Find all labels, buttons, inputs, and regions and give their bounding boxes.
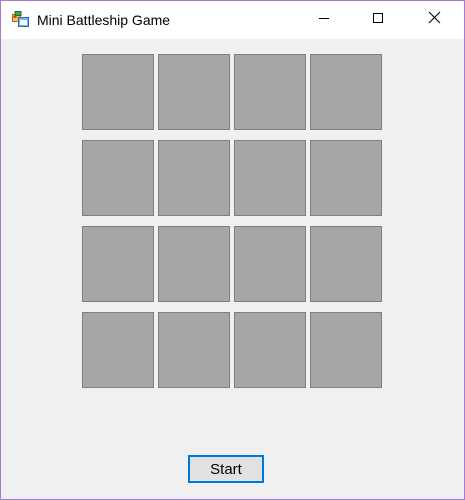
grid-cell-1-1[interactable] — [158, 140, 230, 216]
grid-cell-2-2[interactable] — [234, 226, 306, 302]
grid-cell-1-0[interactable] — [82, 140, 154, 216]
grid-cell-0-3[interactable] — [310, 54, 382, 130]
grid-cell-2-0[interactable] — [82, 226, 154, 302]
window-title: Mini Battleship Game — [37, 12, 171, 28]
battleship-grid — [81, 54, 383, 388]
close-icon — [428, 11, 441, 29]
grid-cell-3-0[interactable] — [82, 312, 154, 388]
minimize-icon — [318, 11, 330, 29]
maximize-icon — [372, 11, 384, 29]
grid-cell-2-3[interactable] — [310, 226, 382, 302]
app-icon — [12, 11, 29, 28]
grid-cell-2-1[interactable] — [158, 226, 230, 302]
grid-cell-0-1[interactable] — [158, 54, 230, 130]
close-button[interactable] — [411, 1, 457, 39]
grid-cell-3-1[interactable] — [158, 312, 230, 388]
grid-cell-1-3[interactable] — [310, 140, 382, 216]
grid-cell-0-2[interactable] — [234, 54, 306, 130]
title-bar[interactable]: Mini Battleship Game — [1, 1, 464, 39]
grid-cell-1-2[interactable] — [234, 140, 306, 216]
grid-cell-0-0[interactable] — [82, 54, 154, 130]
maximize-button[interactable] — [355, 1, 401, 39]
grid-cell-3-3[interactable] — [310, 312, 382, 388]
app-window: Mini Battleship Game Start — [0, 0, 465, 500]
grid-cell-3-2[interactable] — [234, 312, 306, 388]
start-button[interactable]: Start — [188, 455, 264, 483]
minimize-button[interactable] — [301, 1, 347, 39]
